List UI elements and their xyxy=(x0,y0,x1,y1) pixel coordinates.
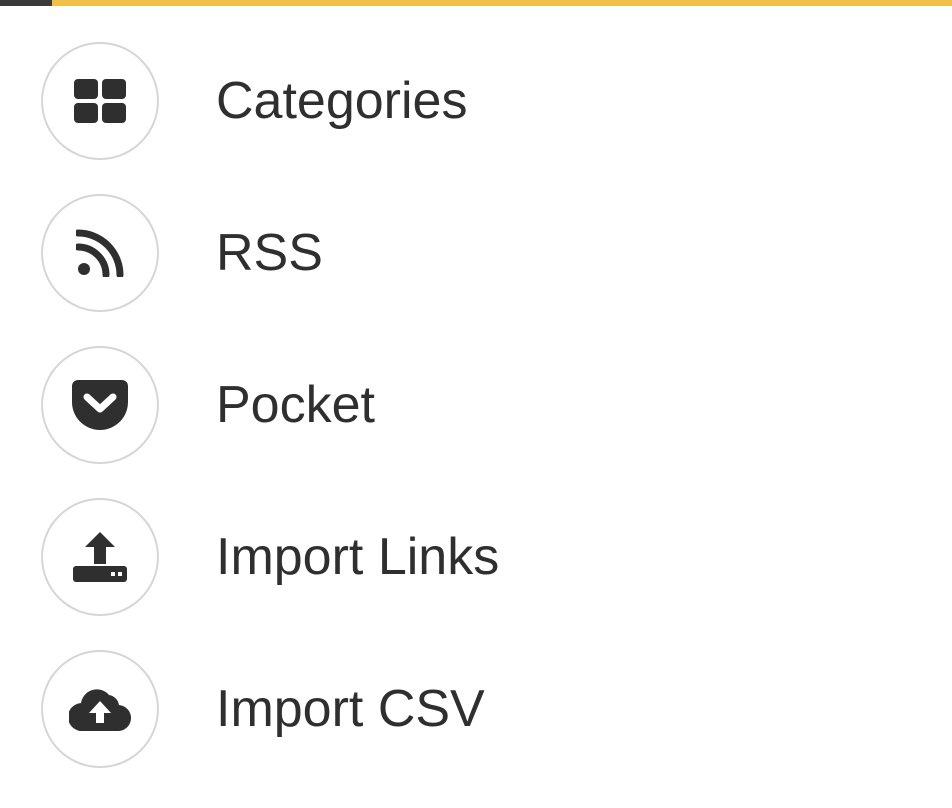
icon-circle xyxy=(41,194,159,312)
pocket-icon xyxy=(72,380,128,430)
top-accent-bar xyxy=(0,0,952,6)
menu-item-label: Import CSV xyxy=(216,680,485,738)
icon-circle xyxy=(41,346,159,464)
menu-item-pocket[interactable]: Pocket xyxy=(0,328,952,480)
icon-circle xyxy=(41,650,159,768)
top-accent-bar-dark-segment xyxy=(0,0,52,6)
grid-icon xyxy=(74,79,126,123)
menu-item-import-links[interactable]: Import Links xyxy=(0,480,952,632)
menu-item-label: Categories xyxy=(216,72,468,130)
cloud-upload-icon xyxy=(69,689,131,731)
menu-item-import-csv[interactable]: Import CSV xyxy=(0,632,952,784)
dropdown-menu: Categories RSS Pocket Import Links Impor… xyxy=(0,24,952,784)
menu-item-rss[interactable]: RSS xyxy=(0,176,952,328)
rss-icon xyxy=(76,229,124,277)
icon-circle xyxy=(41,498,159,616)
menu-item-label: Pocket xyxy=(216,376,375,434)
upload-icon xyxy=(73,532,127,582)
menu-item-categories[interactable]: Categories xyxy=(0,24,952,176)
menu-item-label: RSS xyxy=(216,224,323,282)
icon-circle xyxy=(41,42,159,160)
menu-item-label: Import Links xyxy=(216,528,500,586)
